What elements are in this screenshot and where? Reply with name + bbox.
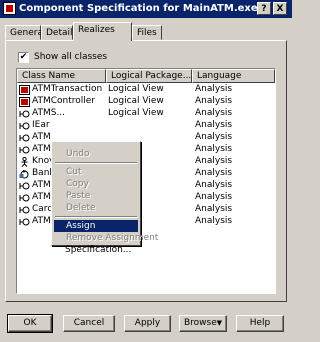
menu-item-copy: Copy [66, 179, 89, 189]
context-menu: Undo Cut Copy Paste Delete Assign Remove… [51, 141, 159, 246]
cell-language: Analysis [195, 192, 233, 202]
menu-item-delete: Delete [66, 203, 96, 213]
browse-label: Browse [184, 318, 217, 328]
menu-separator [55, 162, 137, 164]
column-header-language[interactable]: Language [192, 69, 275, 83]
table-row[interactable]: ATMTransaction Logical View Analysis [17, 84, 275, 96]
app-icon [3, 2, 16, 15]
boundary-icon [19, 205, 30, 215]
column-header-logical-package[interactable]: Logical Package... [106, 69, 192, 83]
actor-icon [19, 156, 30, 167]
class-icon [19, 97, 30, 107]
tab-general[interactable]: General [5, 25, 45, 40]
tab-realizes[interactable]: Realizes [73, 22, 132, 41]
cell-language: Analysis [195, 216, 233, 226]
boundary-icon [19, 193, 30, 203]
close-title-button[interactable]: X [273, 2, 287, 15]
control-icon [19, 169, 30, 179]
menu-item-remove-assignment: Remove Assignment [66, 233, 159, 243]
menu-item-undo: Undo [66, 149, 90, 159]
boundary-icon [19, 145, 30, 155]
table-row[interactable]: ATMS... Logical View Analysis [17, 108, 275, 120]
cell-class-name: ATM [32, 192, 51, 202]
cell-class-name: ATM [32, 180, 51, 190]
column-header-class-name[interactable]: Class Name [17, 69, 106, 83]
cell-class-name: ATMTransaction [32, 84, 103, 94]
cell-language: Analysis [195, 108, 233, 118]
cell-logical-package: Logical View [108, 96, 164, 106]
table-row[interactable]: ATMController Logical View Analysis [17, 96, 275, 108]
cell-language: Analysis [195, 204, 233, 214]
tab-detail[interactable]: Detail [41, 25, 73, 40]
menu-item-paste: Paste [66, 191, 91, 201]
cell-language: Analysis [195, 120, 233, 130]
cell-language: Analysis [195, 132, 233, 142]
cell-class-name: ATMS... [32, 108, 66, 118]
class-icon [19, 85, 30, 95]
cell-class-name: Card [32, 204, 54, 214]
cell-language: Analysis [195, 180, 233, 190]
cell-language: Analysis [195, 168, 233, 178]
help-button[interactable]: Help [236, 315, 284, 332]
window-title: Component Specification for MainATM.exe [19, 3, 258, 14]
ok-button[interactable]: OK [7, 314, 53, 333]
cell-language: Analysis [195, 96, 233, 106]
help-title-button[interactable]: ? [257, 2, 271, 15]
menu-item-cut: Cut [66, 167, 82, 177]
cell-logical-package: Logical View [108, 84, 164, 94]
boundary-icon [19, 109, 30, 119]
apply-button[interactable]: Apply [124, 315, 171, 332]
menu-item-specification[interactable]: Specification... [53, 244, 137, 256]
cell-language: Analysis [195, 84, 233, 94]
title-bar: Component Specification for MainATM.exe … [0, 0, 292, 18]
cell-class-name: ATM [32, 132, 51, 142]
cell-class-name: ATM [32, 144, 51, 154]
cell-class-name: IEar [32, 120, 50, 130]
cell-language: Analysis [195, 144, 233, 154]
boundary-icon [19, 133, 30, 143]
cell-class-name: ATMController [32, 96, 95, 106]
boundary-icon [19, 121, 30, 131]
cell-language: Analysis [195, 156, 233, 166]
browse-button[interactable]: Browse ▼ [179, 315, 227, 332]
tab-files[interactable]: Files [132, 25, 162, 40]
table-row[interactable]: IEar Analysis [17, 120, 275, 132]
chevron-down-icon: ▼ [216, 319, 222, 327]
cell-logical-package: Logical View [108, 108, 164, 118]
cancel-button[interactable]: Cancel [63, 315, 115, 332]
show-all-checkbox[interactable]: ✔ [18, 52, 29, 63]
menu-separator [55, 216, 137, 218]
menu-item-assign[interactable]: Assign [54, 220, 138, 232]
boundary-icon [19, 181, 30, 191]
show-all-label: Show all classes [34, 52, 108, 62]
cell-class-name: ATM [32, 216, 51, 226]
boundary-icon [19, 217, 30, 227]
